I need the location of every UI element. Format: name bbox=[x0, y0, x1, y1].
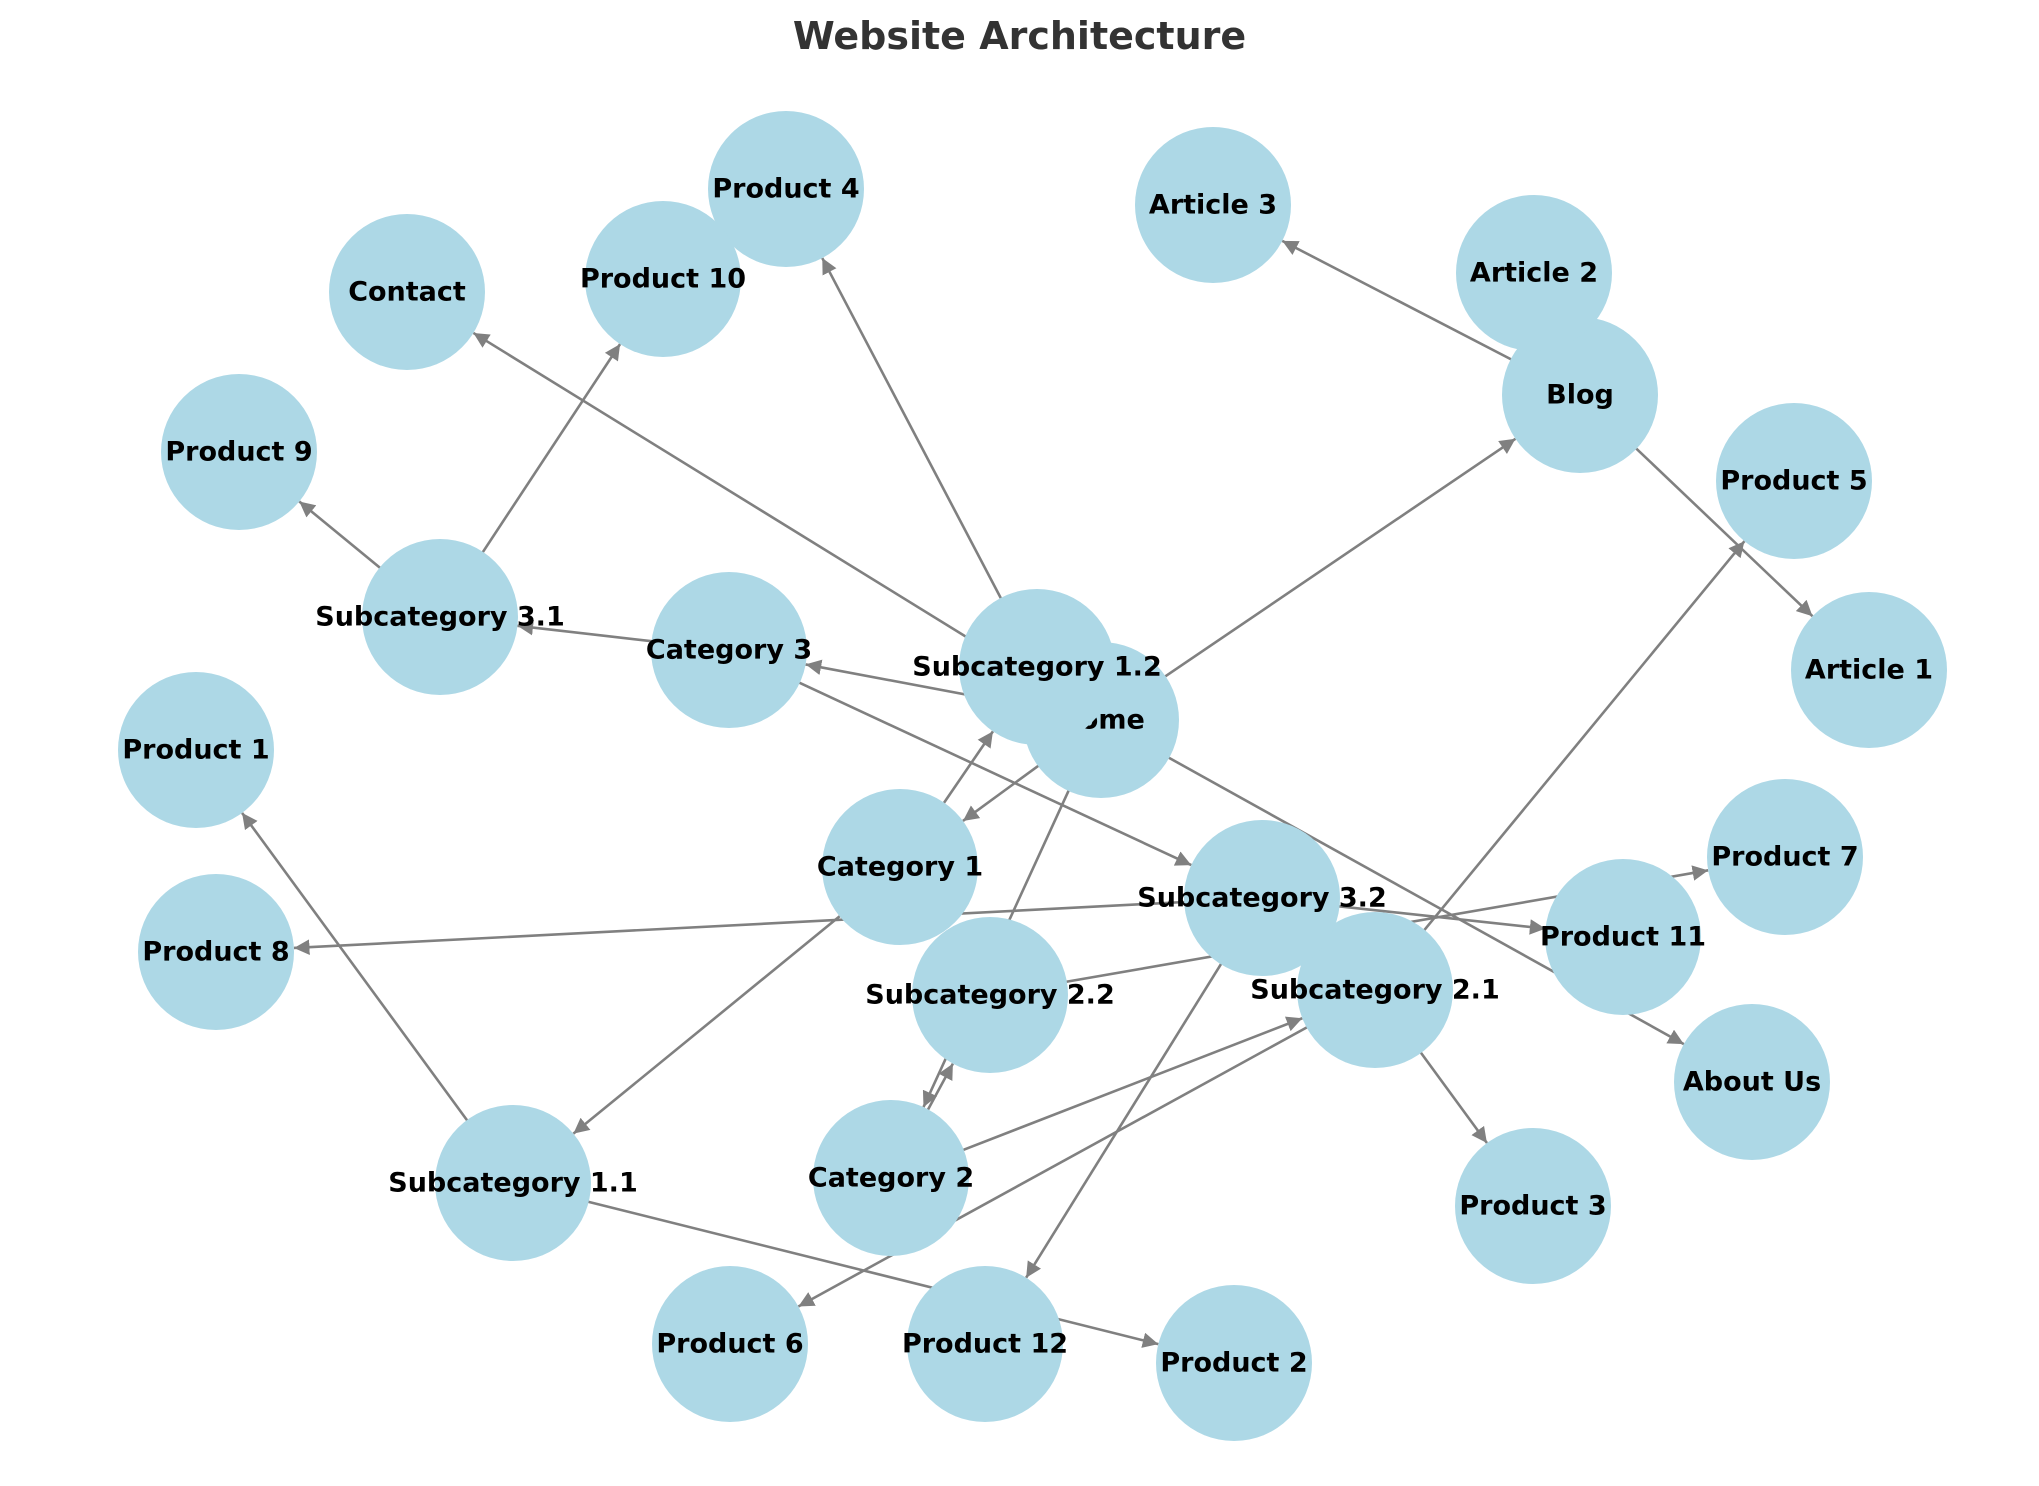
node-article-1[interactable]: Article 1 bbox=[1791, 592, 1947, 748]
node-article-2[interactable]: Article 2 bbox=[1456, 195, 1612, 351]
node-label: Product 6 bbox=[656, 1329, 803, 1360]
node-label: Product 9 bbox=[165, 437, 312, 468]
node-category-2[interactable]: Category 2 bbox=[808, 1100, 974, 1256]
edge-subcategory-3-2-to-product-8 bbox=[293, 900, 1192, 955]
node-label: Blog bbox=[1546, 380, 1614, 411]
node-subcategory-3-1[interactable]: Subcategory 3.1 bbox=[315, 539, 565, 695]
node-category-1[interactable]: Category 1 bbox=[817, 789, 983, 945]
node-label: Product 7 bbox=[1711, 842, 1858, 873]
node-product-12[interactable]: Product 12 bbox=[902, 1266, 1068, 1422]
node-label: Subcategory 1.2 bbox=[912, 652, 1161, 683]
node-label: Product 8 bbox=[142, 937, 289, 968]
node-product-3[interactable]: Product 3 bbox=[1455, 1128, 1611, 1284]
node-product-11[interactable]: Product 11 bbox=[1540, 859, 1706, 1015]
node-label: Subcategory 1.1 bbox=[388, 1168, 637, 1199]
nodes-layer: HomeCategory 1Category 2Category 3Subcat… bbox=[118, 111, 1947, 1441]
node-label: Subcategory 3.1 bbox=[315, 602, 564, 633]
node-label: Subcategory 2.2 bbox=[865, 980, 1114, 1011]
node-label: Article 3 bbox=[1149, 190, 1277, 221]
node-label: Product 1 bbox=[122, 735, 269, 766]
node-label: Article 2 bbox=[1470, 258, 1598, 289]
node-label: Product 11 bbox=[1540, 922, 1706, 953]
node-label: Article 1 bbox=[1805, 655, 1933, 686]
edge-subcategory-2-1-to-product-3 bbox=[1415, 1045, 1488, 1144]
edge-subcategory-1-2-to-product-4 bbox=[821, 257, 1006, 606]
node-label: Subcategory 2.1 bbox=[1250, 975, 1499, 1006]
node-article-3[interactable]: Article 3 bbox=[1135, 127, 1291, 283]
node-product-8[interactable]: Product 8 bbox=[138, 874, 294, 1030]
node-contact[interactable]: Contact bbox=[329, 214, 485, 370]
node-label: Category 3 bbox=[646, 635, 812, 666]
node-label: Category 1 bbox=[817, 852, 983, 883]
edge-category-1-to-subcategory-1-1 bbox=[572, 910, 847, 1135]
edge-subcategory-3-1-to-product-9 bbox=[298, 500, 387, 574]
edge-home-to-blog bbox=[1158, 437, 1517, 682]
node-label: Product 4 bbox=[712, 174, 859, 205]
node-label: Product 2 bbox=[1160, 1348, 1307, 1379]
node-product-6[interactable]: Product 6 bbox=[652, 1266, 808, 1422]
node-subcategory-1-1[interactable]: Subcategory 1.1 bbox=[388, 1105, 638, 1261]
node-about-us[interactable]: About Us bbox=[1674, 1004, 1830, 1160]
edge-subcategory-3-1-to-product-10 bbox=[477, 343, 622, 560]
node-product-1[interactable]: Product 1 bbox=[118, 672, 274, 828]
node-product-9[interactable]: Product 9 bbox=[161, 374, 317, 530]
node-label: Subcategory 3.2 bbox=[1137, 883, 1386, 914]
node-product-7[interactable]: Product 7 bbox=[1707, 779, 1863, 935]
node-label: About Us bbox=[1683, 1067, 1821, 1098]
node-label: Category 2 bbox=[808, 1163, 974, 1194]
node-label: Product 3 bbox=[1459, 1191, 1606, 1222]
node-label: Product 5 bbox=[1720, 466, 1867, 497]
node-label: Contact bbox=[348, 277, 466, 308]
network-graph: HomeCategory 1Category 2Category 3Subcat… bbox=[118, 111, 1947, 1441]
node-label: Product 12 bbox=[902, 1329, 1068, 1360]
node-label: Product 10 bbox=[580, 264, 746, 295]
node-product-5[interactable]: Product 5 bbox=[1716, 403, 1872, 559]
node-category-3[interactable]: Category 3 bbox=[646, 572, 812, 728]
node-product-2[interactable]: Product 2 bbox=[1156, 1285, 1312, 1441]
